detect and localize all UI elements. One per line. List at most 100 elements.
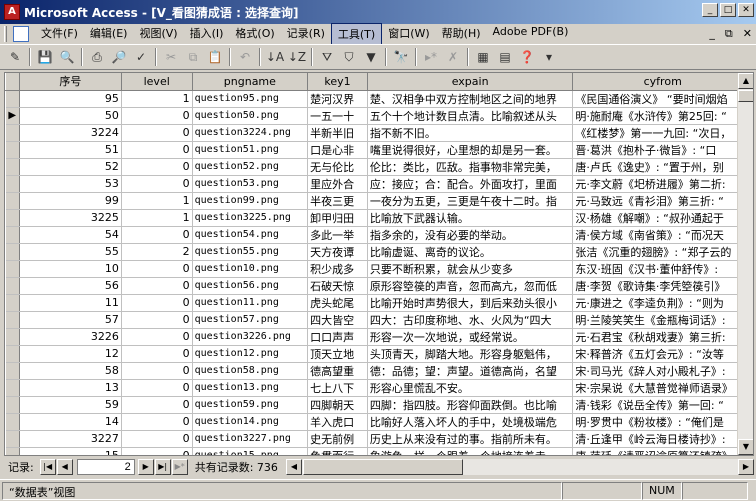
scroll-down-icon[interactable]: ▼ [738,439,753,455]
row-selector[interactable] [5,175,20,193]
filter-by-selection-icon[interactable]: ⛛ [317,47,337,67]
next-record-icon[interactable]: ▶ [137,459,154,475]
table-cell[interactable]: 57 [19,311,122,329]
table-row[interactable]: 54 0 question54.png 多此一举 指多余的，没有必要的举动。 清·侯方域《… [5,226,753,244]
table-cell[interactable]: 楚河汉界 [307,90,368,108]
table-cell[interactable]: 无与伦比 [307,158,368,176]
table-cell[interactable]: question51.png [192,141,309,159]
table-cell[interactable]: question55.png [192,243,309,261]
scroll-thumb[interactable] [738,90,753,102]
table-row[interactable]: 15 0 question15.png 鱼贯而行 象游鱼一样一个跟着一个地接连着走。 唐·… [5,447,753,455]
close-button[interactable]: ✕ [738,3,754,17]
table-cell[interactable]: 0 [121,226,193,244]
table-cell[interactable]: question3225.png [192,209,309,227]
table-cell[interactable]: 比喻开始时声势很大，到后来劲头很小 [367,294,574,312]
table-row[interactable]: 95 1 question95.png 楚河汉界 楚、汉相争中双方控制地区之间的地界 《民… [5,90,753,108]
table-row[interactable]: 13 0 question13.png 七上八下 形容心里慌乱不安。 宋·宗杲说《大慧普觉… [5,379,753,397]
table-row[interactable]: 58 0 question58.png 德高望重 德：品德；望：声望。道德高尚，名望 宋·… [5,362,753,380]
table-cell[interactable]: question52.png [192,158,309,176]
table-cell[interactable]: 1 [121,90,193,108]
row-selector[interactable] [5,141,20,159]
sort-ascending-icon[interactable]: ↓A [265,47,285,67]
table-cell[interactable]: 0 [121,413,193,431]
table-cell[interactable]: 顶天立地 [307,345,368,363]
table-row[interactable]: 12 0 question12.png 顶天立地 头顶青天，脚踏大地。形容身躯魁伟， 宋·… [5,345,753,363]
table-row[interactable]: 57 0 question57.png 四大皆空 四大：古印度称地、水、火风为“四大 明·… [5,311,753,329]
table-cell[interactable]: 德高望重 [307,362,368,380]
scroll-right-icon[interactable]: ▶ [738,459,754,475]
menu-item[interactable]: 插入(I) [184,23,230,45]
table-cell[interactable]: 形容一次一次地说，或经常说。 [367,328,574,346]
table-cell[interactable]: 比喻好人落入坏人的手中，处境极端危 [367,413,574,431]
table-cell[interactable]: 天方夜谭 [307,243,368,261]
table-cell[interactable]: question95.png [192,90,309,108]
select-all-corner[interactable] [5,73,20,91]
menu-item[interactable]: 帮助(H) [436,23,487,45]
table-cell[interactable]: 比喻虚诞、离奇的议论。 [367,243,574,261]
table-cell[interactable]: 五个十个地计数目点清。比喻叙述从头 [367,107,574,125]
record-number-input[interactable] [76,459,135,475]
table-cell[interactable]: 宋·释普济《五灯会元》: “汝等 [572,345,753,363]
table-cell[interactable]: 元·李文蔚《圯桥进履》第二折: [572,175,753,193]
column-header[interactable]: expain [366,73,574,91]
row-selector[interactable] [5,413,20,431]
table-cell[interactable]: 清·钱彩《说岳全传》第一回: “ [572,396,753,414]
table-cell[interactable]: 0 [121,379,193,397]
menu-item[interactable]: Adobe PDF(B) [487,23,575,45]
database-window-icon[interactable]: ▦ [473,47,493,67]
row-selector[interactable]: ▶ [5,107,20,125]
table-cell[interactable]: 唐·范廷《请严诏谕原算还镇疏》 [572,447,753,455]
column-header[interactable]: cyfrom [572,73,753,91]
vertical-scrollbar[interactable]: ▲ ▼ [737,73,753,455]
table-cell[interactable]: 14 [19,413,122,431]
table-cell[interactable]: question58.png [192,362,309,380]
column-header[interactable]: key1 [307,73,368,91]
row-selector[interactable] [5,430,20,448]
table-cell[interactable]: 嘴里说得很好，心里想的却是另一套。 [367,141,574,159]
table-cell[interactable]: 四大皆空 [307,311,368,329]
table-cell[interactable]: question53.png [192,175,309,193]
table-cell[interactable]: 50 [19,107,122,125]
view-design-icon[interactable]: ✎ [5,47,25,67]
scroll-up-icon[interactable]: ▲ [738,73,753,89]
table-cell[interactable]: 2 [121,243,193,261]
table-cell[interactable]: 口口声声 [307,328,368,346]
table-cell[interactable]: 0 [121,158,193,176]
delete-record-icon[interactable]: ✗ [443,47,463,67]
table-cell[interactable]: 52 [19,158,122,176]
table-row[interactable]: 51 0 question51.png 口是心非 嘴里说得很好，心里想的却是另一套。 晋·… [5,141,753,159]
row-selector[interactable] [5,345,20,363]
new-record-nav-icon[interactable]: ▶* [171,459,188,475]
first-record-icon[interactable]: |◀ [39,459,56,475]
row-selector[interactable] [5,90,20,108]
menu-item[interactable]: 格式(O) [229,23,280,45]
table-row[interactable]: 59 0 question59.png 四脚朝天 四脚：指四肢。形容仰面跌倒。也比喻 清·… [5,396,753,414]
table-cell[interactable]: 元·康进之《李逵负荆》: “则为 [572,294,753,312]
table-cell[interactable]: 0 [121,447,193,455]
help-icon[interactable]: ❓ [517,47,537,67]
table-cell[interactable]: 《民国通俗演义》 “要时间烟焰 [572,90,753,108]
paste-icon[interactable]: 📋 [205,47,225,67]
table-row[interactable]: 99 1 question99.png 半夜三更 一夜分为五更，三更是午夜十二时。指 元·… [5,192,753,210]
table-cell[interactable]: 59 [19,396,122,414]
table-cell[interactable]: 明·兰陵笑笑生《金瓶梅词话》: [572,311,753,329]
table-cell[interactable]: question3227.png [192,430,309,448]
table-cell[interactable]: 0 [121,175,193,193]
table-row[interactable]: 11 0 question11.png 虎头蛇尾 比喻开始时声势很大，到后来劲头很小 元·… [5,294,753,312]
table-cell[interactable]: 唐·卢氏《逸史》: “置于州，别 [572,158,753,176]
previous-record-icon[interactable]: ◀ [56,459,73,475]
table-cell[interactable]: 10 [19,260,122,278]
hscroll-thumb[interactable] [302,459,463,475]
table-cell[interactable]: 一夜分为五更，三更是午夜十二时。指 [367,192,574,210]
table-cell[interactable]: 3226 [19,328,122,346]
column-header[interactable]: 序号 [18,73,122,91]
table-cell[interactable]: 指多余的，没有必要的举动。 [367,226,574,244]
row-selector[interactable] [5,124,20,142]
find-icon[interactable]: 🔭 [391,47,411,67]
scroll-left-icon[interactable]: ◀ [285,459,302,475]
table-cell[interactable]: 56 [19,277,122,295]
table-cell[interactable]: 伦比：类比，匹敌。指事物非常完美， [367,158,574,176]
column-header[interactable]: pngname [191,73,309,91]
table-cell[interactable]: 55 [19,243,122,261]
table-cell[interactable]: question10.png [192,260,309,278]
